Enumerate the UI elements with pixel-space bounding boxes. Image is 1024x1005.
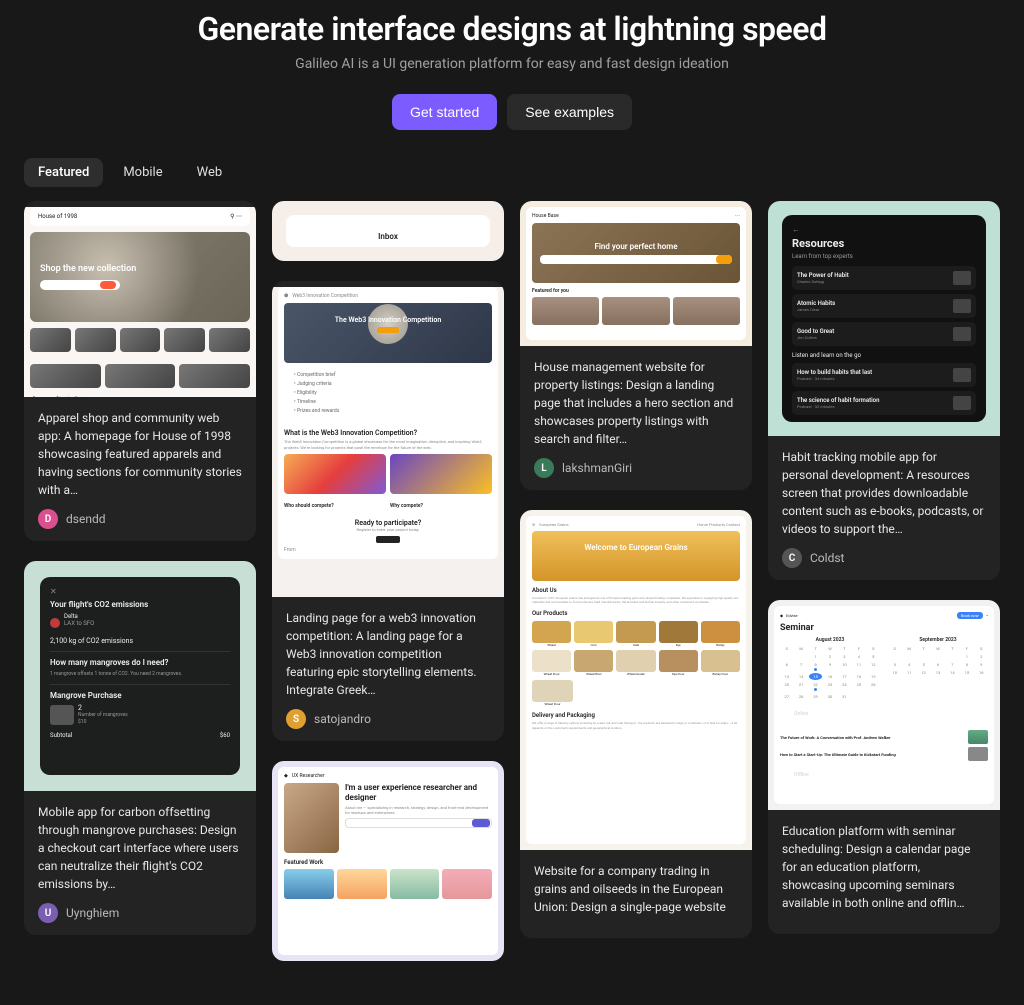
username: Coldst	[810, 551, 844, 565]
card-author[interactable]: D dsendd	[38, 509, 242, 529]
username: satojandro	[314, 712, 371, 726]
card-preview: ← Resources Learn from top experts The P…	[768, 201, 1000, 436]
design-card-apparel[interactable]: House of 1998⚲ ⋯ Shop the new collection…	[24, 201, 256, 541]
card-description: Education platform with seminar scheduli…	[782, 822, 986, 912]
design-gallery: House of 1998⚲ ⋯ Shop the new collection…	[0, 201, 1024, 1005]
avatar: L	[534, 458, 554, 478]
page-title: Generate interface designs at lightning …	[20, 10, 1004, 48]
design-card-resources[interactable]: ← Resources Learn from top experts The P…	[768, 201, 1000, 580]
card-description: Landing page for a web3 innovation compe…	[286, 609, 490, 699]
design-card-inbox[interactable]: Inbox	[272, 201, 504, 261]
card-author[interactable]: S satojandro	[286, 709, 490, 729]
design-card-web3[interactable]: ⬢Web3 Innovation Competition The Web3 In…	[272, 281, 504, 741]
tab-web[interactable]: Web	[183, 158, 237, 187]
see-examples-button[interactable]: See examples	[507, 94, 632, 130]
username: Uynghiem	[66, 906, 119, 920]
card-preview: ⬢Web3 Innovation Competition The Web3 In…	[272, 287, 504, 597]
card-description: Mobile app for carbon offsetting through…	[38, 803, 242, 893]
design-card-co2[interactable]: ✕ Your flight's CO2 emissions DeltaLAX t…	[24, 561, 256, 935]
page-subtitle: Galileo AI is a UI generation platform f…	[20, 56, 1004, 72]
card-preview: ◆EdviseBook now◔ Seminar August 2023SMTW…	[768, 600, 1000, 810]
filter-tabs: Featured Mobile Web	[0, 158, 1024, 201]
design-card-seminar[interactable]: ◆EdviseBook now◔ Seminar August 2023SMTW…	[768, 600, 1000, 934]
card-preview: ✲European GrainsHome Products Contact We…	[520, 510, 752, 850]
card-author[interactable]: L lakshmanGiri	[534, 458, 738, 478]
card-preview: House of 1998⚲ ⋯ Shop the new collection…	[24, 207, 256, 397]
card-description: Website for a company trading in grains …	[534, 862, 738, 916]
card-preview: ✕ Your flight's CO2 emissions DeltaLAX t…	[24, 561, 256, 791]
username: dsendd	[66, 512, 106, 526]
username: lakshmanGiri	[562, 461, 632, 475]
design-card-grains[interactable]: ✲European GrainsHome Products Contact We…	[520, 510, 752, 938]
avatar: U	[38, 903, 58, 923]
tab-featured[interactable]: Featured	[24, 158, 103, 187]
get-started-button[interactable]: Get started	[392, 94, 497, 130]
avatar: D	[38, 509, 58, 529]
design-card-house[interactable]: House Base⋯ Find your perfect home Featu…	[520, 201, 752, 490]
card-preview: House Base⋯ Find your perfect home Featu…	[520, 201, 752, 346]
design-card-ux[interactable]: ◆UX Researcher I'm a user experience res…	[272, 761, 504, 961]
avatar: S	[286, 709, 306, 729]
card-preview: ◆UX Researcher I'm a user experience res…	[272, 761, 504, 961]
avatar: C	[782, 548, 802, 568]
card-author[interactable]: C Coldst	[782, 548, 986, 568]
card-description: Habit tracking mobile app for personal d…	[782, 448, 986, 538]
card-preview: Inbox	[272, 201, 504, 261]
card-description: Apparel shop and community web app: A ho…	[38, 409, 242, 499]
card-description: House management website for property li…	[534, 358, 738, 448]
tab-mobile[interactable]: Mobile	[109, 158, 176, 187]
card-author[interactable]: U Uynghiem	[38, 903, 242, 923]
